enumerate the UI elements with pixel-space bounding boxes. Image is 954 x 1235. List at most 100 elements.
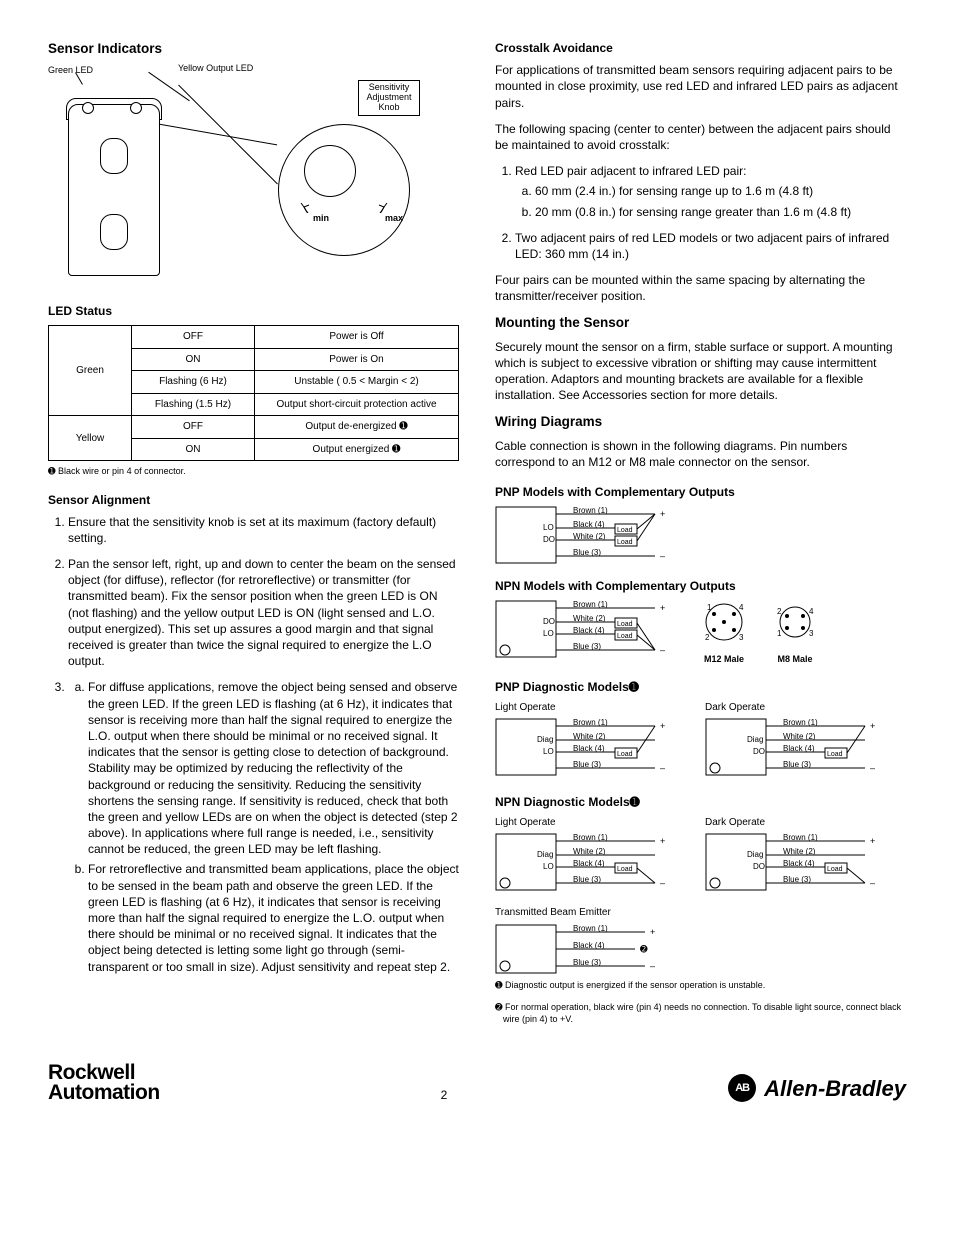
svg-text:White (2): White (2) (573, 532, 606, 541)
svg-text:2: 2 (705, 633, 710, 642)
svg-text:Diag: Diag (537, 850, 553, 859)
connector-m12: 1 4 2 3 M12 Male (699, 600, 749, 664)
svg-text:+: + (660, 509, 665, 519)
svg-text:Load: Load (617, 527, 633, 534)
table-row: Green OFF Power is Off (49, 326, 459, 349)
svg-text:LO: LO (543, 862, 554, 871)
diagram-npn-comp: Brown (1) White (2) Black (4) Blue (3) D… (495, 600, 675, 658)
svg-text:Load: Load (827, 751, 843, 758)
svg-text:Black (4): Black (4) (783, 744, 815, 753)
svg-text:DO: DO (753, 862, 765, 871)
heading-npn-diag: NPN Diagnostic Models➊ (495, 794, 906, 810)
heading-wiring: Wiring Diagrams (495, 413, 906, 431)
svg-text:Black (4): Black (4) (573, 626, 605, 635)
paragraph: Cable connection is shown in the followi… (495, 438, 906, 470)
svg-text:Diag: Diag (747, 735, 763, 744)
svg-text:Brown (1): Brown (1) (573, 924, 608, 933)
svg-text:Load: Load (617, 539, 633, 546)
list-item: For diffuse applications, remove the obj… (68, 679, 459, 974)
svg-text:Black (4): Black (4) (573, 744, 605, 753)
svg-text:+: + (660, 603, 665, 613)
diagram-tx-emitter: Transmitted Beam Emitter Brown (1) Black… (495, 906, 906, 977)
list-item: For diffuse applications, remove the obj… (88, 679, 459, 857)
logo-allen-bradley: AB Allen-Bradley (728, 1074, 906, 1104)
svg-text:+: + (870, 721, 875, 731)
table-row: Yellow OFFOutput de-energized ➊ (49, 416, 459, 439)
diagram-pnp-diag-dark: Dark Operate Brown (1) White (2) Black (… (705, 701, 885, 780)
svg-text:–: – (660, 878, 665, 888)
svg-text:Brown (1): Brown (1) (573, 506, 608, 515)
label-knob: Sensitivity Adjustment Knob (358, 80, 420, 116)
svg-text:➋: ➋ (640, 944, 648, 954)
heading-npn-comp: NPN Models with Complementary Outputs (495, 578, 906, 594)
svg-text:Load: Load (617, 866, 633, 873)
paragraph: For applications of transmitted beam sen… (495, 62, 906, 111)
svg-text:–: – (660, 763, 665, 773)
svg-text:Blue (3): Blue (3) (573, 760, 601, 769)
svg-text:LO: LO (543, 747, 554, 756)
heading-crosstalk: Crosstalk Avoidance (495, 40, 906, 56)
svg-text:Black (4): Black (4) (573, 520, 605, 529)
svg-text:Brown (1): Brown (1) (783, 833, 818, 842)
svg-text:2: 2 (777, 607, 782, 616)
label-max: max (385, 212, 403, 224)
svg-text:White (2): White (2) (573, 847, 606, 856)
heading-pnp-diag: PNP Diagnostic Models➊ (495, 679, 906, 695)
heading-sensor-indicators: Sensor Indicators (48, 40, 459, 58)
diagram-sensor-indicators: Green LED Yellow Output LED Sensitivity … (48, 64, 459, 289)
svg-text:Blue (3): Blue (3) (783, 875, 811, 884)
svg-text:DO: DO (543, 617, 555, 626)
svg-text:White (2): White (2) (783, 732, 816, 741)
footnote-diag-2: ➋ For normal operation, black wire (pin … (495, 1001, 906, 1025)
paragraph: The following spacing (center to center)… (495, 121, 906, 153)
list-item: Red LED pair adjacent to infrared LED pa… (515, 163, 906, 220)
footnote-diag-1: ➊ Diagnostic output is energized if the … (495, 979, 906, 991)
table-led-status: Green OFF Power is Off ONPower is On Fla… (48, 325, 459, 461)
svg-text:1: 1 (707, 603, 712, 612)
diagram-npn-diag-dark: Dark Operate Brown (1) White (2) Black (… (705, 816, 885, 895)
svg-text:+: + (660, 836, 665, 846)
svg-text:Black (4): Black (4) (573, 859, 605, 868)
svg-text:+: + (660, 721, 665, 731)
svg-text:Diag: Diag (747, 850, 763, 859)
knob-icon (278, 124, 410, 256)
heading-pnp-comp: PNP Models with Complementary Outputs (495, 484, 906, 500)
footnote-led: ➊ Black wire or pin 4 of connector. (48, 465, 459, 477)
list-item: Pan the sensor left, right, up and down … (68, 556, 459, 669)
svg-text:Black (4): Black (4) (573, 941, 605, 950)
ab-badge-icon: AB (728, 1074, 756, 1102)
list-item: 20 mm (0.8 in.) for sensing range greate… (535, 204, 906, 220)
svg-text:+: + (650, 927, 655, 937)
diagram-pnp-comp: Brown (1) Black (4) White (2) Blue (3) L… (495, 506, 906, 564)
svg-text:4: 4 (739, 603, 744, 612)
list-item: Two adjacent pairs of red LED models or … (515, 230, 906, 262)
svg-text:White (2): White (2) (783, 847, 816, 856)
svg-text:Brown (1): Brown (1) (573, 600, 608, 609)
list-alignment: Ensure that the sensitivity knob is set … (48, 514, 459, 975)
logo-rockwell: Rockwell Automation (48, 1063, 160, 1103)
svg-text:Load: Load (617, 621, 633, 628)
svg-text:Black (4): Black (4) (783, 859, 815, 868)
svg-text:DO: DO (543, 535, 555, 544)
page-number: 2 (441, 1087, 448, 1103)
list-item: Ensure that the sensitivity knob is set … (68, 514, 459, 546)
paragraph: Four pairs can be mounted within the sam… (495, 272, 906, 304)
svg-text:Load: Load (617, 751, 633, 758)
heading-sensor-alignment: Sensor Alignment (48, 492, 459, 508)
svg-text:–: – (870, 878, 875, 888)
heading-mounting: Mounting the Sensor (495, 314, 906, 332)
list-crosstalk: Red LED pair adjacent to infrared LED pa… (495, 163, 906, 262)
svg-text:White (2): White (2) (573, 614, 606, 623)
label-green-led: Green LED (48, 66, 93, 76)
paragraph: Securely mount the sensor on a firm, sta… (495, 339, 906, 404)
connector-m8: 2 4 1 3 M8 Male (773, 600, 817, 664)
svg-text:3: 3 (809, 629, 814, 638)
svg-text:Blue (3): Blue (3) (573, 958, 601, 967)
svg-text:Diag: Diag (537, 735, 553, 744)
svg-text:Load: Load (827, 866, 843, 873)
svg-text:–: – (870, 763, 875, 773)
list-item: 60 mm (2.4 in.) for sensing range up to … (535, 183, 906, 199)
svg-text:1: 1 (777, 629, 782, 638)
svg-text:Brown (1): Brown (1) (573, 718, 608, 727)
svg-text:–: – (650, 961, 655, 971)
